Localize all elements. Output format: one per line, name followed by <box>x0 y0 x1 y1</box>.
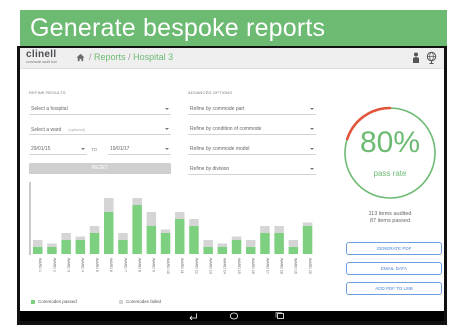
x-tick-label: WARD 18 <box>279 258 283 274</box>
bar-passed <box>132 205 142 254</box>
bar-passed <box>75 240 86 254</box>
bar-passed <box>47 247 57 254</box>
bar-passed <box>302 226 313 254</box>
x-tick-label: WARD 4 <box>81 258 85 272</box>
bar-failed <box>231 236 242 240</box>
bar-failed <box>302 222 313 226</box>
bar-failed <box>89 226 100 233</box>
promo-banner: Generate bespoke reports <box>20 10 447 46</box>
bar-failed <box>189 219 199 226</box>
legend-failed-swatch <box>119 300 123 304</box>
bar-failed <box>75 236 86 240</box>
bar-passed <box>274 233 284 254</box>
bar-passed <box>146 226 157 254</box>
legend-failed-label: Commodes failed <box>126 299 162 304</box>
home-button-icon[interactable] <box>229 312 239 320</box>
bar-failed <box>47 243 57 247</box>
x-tick-label: WARD 11 <box>180 258 184 274</box>
recents-icon[interactable] <box>275 312 285 320</box>
bar-passed <box>89 233 100 254</box>
x-tick-label: WARD 6 <box>109 258 113 272</box>
ward-bar-chart: WARD 1 WARD 2 WARD 3 WARD 4 WARD 5 WARD 6 WARD… <box>29 182 313 274</box>
bar-passed <box>246 247 256 254</box>
bar-failed <box>61 233 71 240</box>
bar-failed <box>203 240 213 247</box>
bar-passed <box>260 233 270 254</box>
x-tick-label: WARD 15 <box>237 258 241 274</box>
x-tick-label: WARD 19 <box>294 258 298 274</box>
x-tick-label: WARD 14 <box>223 258 227 274</box>
bar-failed <box>118 233 128 240</box>
x-tick-label: WARD 20 <box>308 258 312 274</box>
bar-failed <box>260 226 270 233</box>
x-tick-label: WARD 1 <box>38 258 42 272</box>
x-tick-label: WARD 10 <box>166 258 170 274</box>
bar-failed <box>288 240 299 247</box>
x-tick-label: WARD 12 <box>194 258 198 274</box>
x-tick-label: WARD 9 <box>152 258 156 272</box>
bar-failed <box>104 198 114 212</box>
legend-passed-label: Commodes passed <box>38 299 77 304</box>
bar-passed <box>104 212 114 254</box>
bar-failed <box>175 212 185 219</box>
banner-title: Generate bespoke reports <box>30 13 326 42</box>
x-tick-label: WARD 13 <box>208 258 212 274</box>
bar-failed <box>274 226 284 233</box>
x-tick-label: WARD 8 <box>137 258 141 272</box>
bar-failed <box>132 198 142 205</box>
tablet-frame: clinell commode audit tool / Reports / H… <box>17 46 447 325</box>
x-tick-label: WARD 17 <box>265 258 269 274</box>
bar-failed <box>33 240 43 247</box>
x-tick-label: WARD 5 <box>95 258 99 272</box>
x-tick-label: WARD 16 <box>251 258 255 274</box>
legend-passed-swatch <box>31 300 35 304</box>
bar-passed <box>231 240 242 254</box>
bar-passed <box>217 247 228 254</box>
back-icon[interactable] <box>188 312 198 320</box>
bar-passed <box>189 226 199 254</box>
bar-passed <box>33 247 43 254</box>
bar-failed <box>146 212 157 226</box>
android-nav-bar <box>20 311 444 321</box>
bar-failed <box>217 243 228 247</box>
bar-failed <box>160 229 171 233</box>
x-tick-label: WARD 3 <box>66 258 70 272</box>
x-tick-label: WARD 2 <box>52 258 56 272</box>
bar-failed <box>246 240 256 247</box>
bar-passed <box>203 247 213 254</box>
app-screen: clinell commode audit tool / Reports / H… <box>20 48 444 321</box>
bar-passed <box>175 219 185 254</box>
x-tick-label: WARD 7 <box>123 258 127 272</box>
bar-passed <box>288 247 299 254</box>
bar-passed <box>160 233 171 254</box>
bar-passed <box>61 240 71 254</box>
bar-passed <box>118 240 128 254</box>
